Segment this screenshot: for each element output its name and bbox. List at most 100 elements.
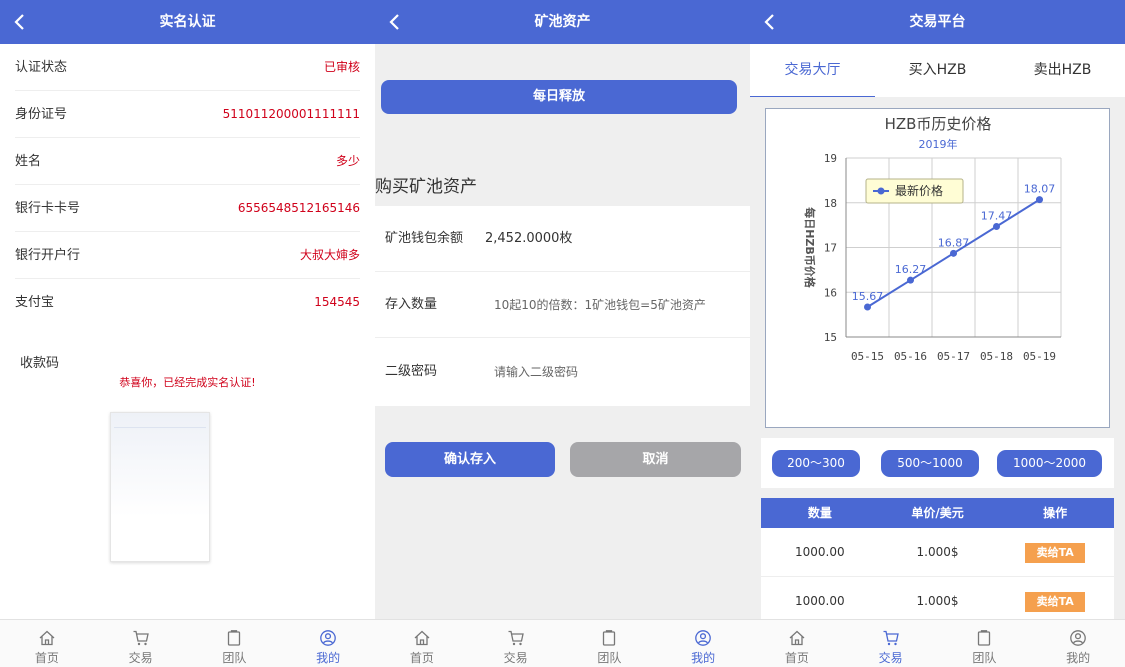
y-tick-label: 17: [824, 242, 837, 255]
range-chip-500-1000[interactable]: 500～1000: [881, 450, 979, 477]
order-table: 数量 单价/美元 操作 1000.00 1.000$ 卖给TA 1000.00 …: [761, 498, 1114, 626]
data-point: [950, 249, 957, 257]
section-title: 购买矿池资产: [375, 177, 477, 197]
tab-trading-hall[interactable]: 交易大厅: [750, 44, 875, 97]
row-value: 大叔大婶多: [299, 248, 360, 262]
range-chip-1000-2000[interactable]: 1000～2000: [997, 450, 1102, 477]
tab-label: 我的: [1066, 651, 1091, 665]
table-header: 数量 单价/美元 操作: [761, 498, 1114, 528]
tab-label: 我的: [691, 651, 716, 665]
row-label: 银行卡卡号: [15, 201, 81, 216]
tab-team[interactable]: 团队: [563, 620, 657, 667]
qr-code-label: 收款码: [20, 356, 60, 371]
header: 实名认证: [0, 0, 375, 44]
confirm-deposit-button[interactable]: 确认存入: [385, 442, 555, 477]
success-message: 恭喜你，已经完成实名认证!: [119, 376, 256, 389]
clipboard-icon: [603, 630, 616, 646]
user-icon: [320, 630, 336, 646]
column-header: 单价/美元: [911, 506, 964, 520]
info-row-bank-branch: 银行开户行 大叔大婶多: [15, 232, 360, 279]
tab-label: 首页: [34, 651, 59, 665]
tab-label: 团队: [972, 651, 997, 665]
tab-label: 首页: [784, 651, 809, 665]
info-row-name: 姓名 多少: [15, 138, 360, 185]
page-title: 实名认证: [159, 14, 216, 30]
y-tick-label: 18: [824, 197, 837, 210]
password-row: 二级密码 请输入二级密码: [375, 339, 750, 405]
chart-title: HZB币历史价格: [885, 115, 992, 133]
tab-label: 交易: [878, 651, 903, 665]
clipboard-icon: [228, 630, 241, 646]
page-title: 矿池资产: [534, 14, 591, 30]
tab-trade[interactable]: 交易: [469, 620, 563, 667]
balance-value: 2,452.0000枚: [485, 231, 573, 246]
tab-bar: 首页 交易 团队 我的: [0, 619, 375, 667]
daily-release-button[interactable]: 每日释放: [381, 80, 737, 114]
x-tick-label: 05-16: [894, 350, 927, 363]
x-tick-label: 05-15: [851, 350, 884, 363]
info-row-id-number: 身份证号 511011200001111111: [15, 91, 360, 138]
tab-label: 团队: [597, 651, 622, 665]
home-icon: [39, 630, 55, 646]
sell-to-button[interactable]: 卖给TA: [1025, 542, 1086, 563]
tab-mine[interactable]: 我的: [656, 620, 750, 667]
tab-trade[interactable]: 交易: [844, 620, 938, 667]
tab-mine[interactable]: 我的: [1031, 620, 1125, 667]
legend-marker: [877, 187, 885, 195]
column-header: 数量: [807, 506, 832, 520]
data-label: 15.67: [852, 290, 884, 303]
quantity-cell: 1000.00: [795, 594, 845, 608]
data-label: 16.87: [938, 236, 970, 249]
row-value: 多少: [335, 154, 360, 168]
tab-label: 我的: [316, 651, 341, 665]
sell-to-button[interactable]: 卖给TA: [1025, 591, 1086, 612]
y-axis-label: 每日HZB币价格: [803, 207, 817, 289]
data-label: 16.27: [895, 263, 927, 276]
header: 矿池资产: [375, 0, 750, 44]
home-icon: [414, 630, 430, 646]
balance-row: 矿池钱包余额 2,452.0000枚: [375, 206, 750, 272]
home-icon: [789, 630, 805, 646]
cart-icon: [133, 630, 149, 646]
price-cell: 1.000$: [916, 545, 959, 559]
legend-label: 最新价格: [895, 183, 943, 198]
mining-pool-screen: 矿池资产 每日释放 购买矿池资产 矿池钱包余额 2,452.0000枚 存入数量…: [375, 0, 750, 667]
action-cell: 卖给TA: [996, 577, 1114, 625]
tab-home[interactable]: 首页: [0, 620, 94, 667]
row-label: 银行开户行: [15, 248, 81, 263]
cancel-button[interactable]: 取消: [570, 442, 741, 477]
price-history-chart: HZB币历史价格 2019年 15 16 17 18 19 05-15 05-16 05-17 05…: [765, 108, 1110, 428]
data-point: [864, 303, 871, 311]
cart-icon: [508, 630, 524, 646]
y-tick-label: 15: [824, 331, 837, 344]
row-value: 154545: [314, 295, 360, 309]
y-tick-label: 16: [824, 286, 837, 299]
user-icon: [695, 630, 711, 646]
y-tick-label: 19: [824, 152, 837, 165]
tab-sell-hzb[interactable]: 卖出HZB: [1000, 44, 1125, 97]
info-row-bank-card: 银行卡卡号 6556548512165146: [15, 185, 360, 232]
tab-team[interactable]: 团队: [188, 620, 282, 667]
tab-home[interactable]: 首页: [750, 620, 844, 667]
tab-team[interactable]: 团队: [938, 620, 1032, 667]
tab-label: 交易: [128, 651, 153, 665]
info-row-alipay: 支付宝 154545: [15, 279, 360, 326]
tab-buy-hzb[interactable]: 买入HZB: [875, 44, 1000, 97]
tab-label: 交易: [503, 651, 528, 665]
tab-mine[interactable]: 我的: [281, 620, 375, 667]
balance-label: 矿池钱包余额: [385, 231, 464, 246]
password-label: 二级密码: [385, 364, 438, 379]
tab-trade[interactable]: 交易: [94, 620, 188, 667]
x-tick-label: 05-19: [1023, 350, 1056, 363]
x-tick-label: 05-17: [937, 350, 970, 363]
data-point: [1036, 196, 1043, 204]
range-chip-200-300[interactable]: 200～300: [772, 450, 860, 477]
column-header: 操作: [1043, 506, 1068, 520]
row-value: 511011200001111111: [222, 107, 360, 121]
deposit-amount-input[interactable]: 10起10的倍数：1矿池钱包=5矿池资产: [494, 272, 706, 338]
qr-code-image[interactable]: [110, 412, 210, 562]
row-value: 6556548512165146: [237, 201, 360, 215]
password-input[interactable]: 请输入二级密码: [494, 339, 578, 405]
tab-home[interactable]: 首页: [375, 620, 469, 667]
row-label: 姓名: [15, 154, 42, 169]
